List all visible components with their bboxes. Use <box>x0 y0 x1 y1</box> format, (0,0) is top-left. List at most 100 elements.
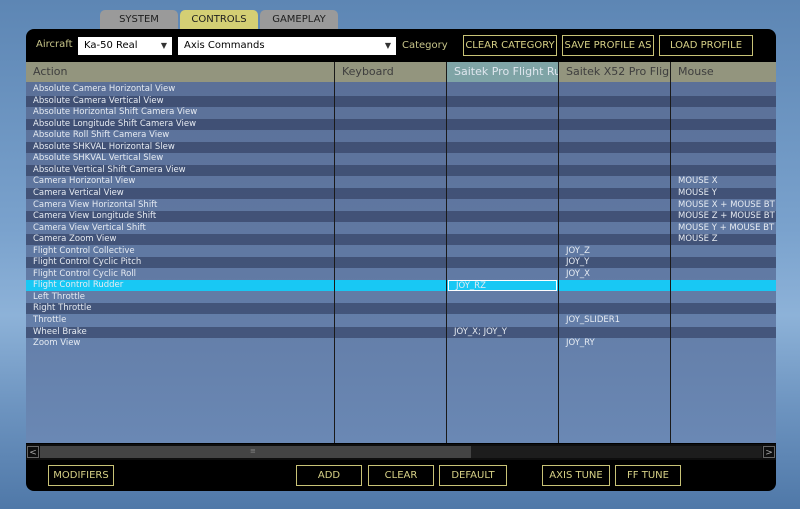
cell-mouse[interactable]: MOUSE X <box>671 176 776 187</box>
clear-category-button[interactable]: CLEAR CATEGORY <box>463 35 557 56</box>
cell-x52[interactable] <box>559 211 670 223</box>
cell-x52[interactable] <box>559 326 670 338</box>
cell-pro-flight[interactable] <box>447 292 558 303</box>
cell-pro-flight[interactable] <box>447 269 558 280</box>
cell-keyboard[interactable] <box>335 176 446 187</box>
scroll-track[interactable]: ≡ <box>40 446 762 458</box>
cell-mouse[interactable] <box>671 95 776 107</box>
table-row[interactable]: Flight Control Cyclic Pitch JOY_Y <box>26 257 776 269</box>
cell-x52[interactable] <box>559 107 670 118</box>
cell-x52[interactable] <box>559 141 670 153</box>
cell-mouse[interactable] <box>671 130 776 141</box>
cell-mouse[interactable] <box>671 153 776 164</box>
scroll-thumb[interactable]: ≡ <box>40 446 471 458</box>
table-row[interactable]: Absolute Camera Vertical View <box>26 95 776 107</box>
table-row[interactable]: Absolute Vertical Shift Camera View <box>26 164 776 176</box>
cell-pro-flight[interactable] <box>447 315 558 326</box>
table-row[interactable]: Absolute SHKVAL Horizontal Slew <box>26 141 776 153</box>
cell-mouse[interactable] <box>671 84 776 95</box>
cell-keyboard[interactable] <box>335 141 446 153</box>
aircraft-select[interactable]: Ka-50 Real ▼ <box>78 37 172 55</box>
axis-tune-button[interactable]: AXIS TUNE <box>542 465 610 486</box>
cell-pro-flight[interactable] <box>447 223 558 234</box>
table-row[interactable]: Camera Horizontal View MOUSE X <box>26 176 776 187</box>
cell-x52[interactable] <box>559 303 670 315</box>
modifiers-button[interactable]: MODIFIERS <box>48 465 114 486</box>
column-header-saitek-x52[interactable]: Saitek X52 Pro Flig <box>559 62 670 82</box>
cell-keyboard[interactable] <box>335 95 446 107</box>
table-row[interactable]: Left Throttle <box>26 292 776 303</box>
cell-x52[interactable]: JOY_Y <box>559 257 670 269</box>
cell-keyboard[interactable] <box>335 338 446 349</box>
cell-mouse[interactable] <box>671 292 776 303</box>
cell-keyboard[interactable] <box>335 234 446 246</box>
default-button[interactable]: DEFAULT <box>439 465 507 486</box>
tab-gameplay[interactable]: GAMEPLAY <box>260 10 338 29</box>
cell-keyboard[interactable] <box>335 130 446 141</box>
cell-mouse[interactable] <box>671 338 776 349</box>
cell-pro-flight[interactable] <box>447 118 558 130</box>
cell-x52[interactable] <box>559 130 670 141</box>
cell-mouse[interactable] <box>671 326 776 338</box>
scroll-left-arrow-icon[interactable]: < <box>27 446 39 458</box>
cell-keyboard[interactable] <box>335 223 446 234</box>
cell-keyboard[interactable] <box>335 107 446 118</box>
cell-keyboard[interactable] <box>335 211 446 223</box>
scroll-right-arrow-icon[interactable]: > <box>763 446 775 458</box>
column-header-mouse[interactable]: Mouse <box>671 62 776 82</box>
cell-keyboard[interactable] <box>335 153 446 164</box>
save-profile-as-button[interactable]: SAVE PROFILE AS <box>562 35 654 56</box>
cell-mouse[interactable] <box>671 164 776 176</box>
cell-pro-flight[interactable] <box>447 200 558 211</box>
cell-keyboard[interactable] <box>335 280 446 291</box>
cell-x52[interactable] <box>559 153 670 164</box>
table-row[interactable]: Wheel Brake JOY_X; JOY_Y <box>26 326 776 338</box>
cell-pro-flight[interactable]: JOY_X; JOY_Y <box>447 326 558 338</box>
table-row[interactable]: Camera Vertical View MOUSE Y <box>26 187 776 199</box>
table-row[interactable]: Flight Control Rudder JOY_RZ <box>26 280 776 292</box>
table-row[interactable]: Camera View Longitude Shift MOUSE Z + MOU… <box>26 211 776 223</box>
cell-keyboard[interactable] <box>335 200 446 211</box>
cell-x52[interactable]: JOY_SLIDER1 <box>559 315 670 326</box>
table-row[interactable]: Absolute SHKVAL Vertical Slew <box>26 153 776 164</box>
cell-pro-flight[interactable] <box>447 187 558 199</box>
table-row[interactable]: Throttle JOY_SLIDER1 <box>26 315 776 326</box>
table-row[interactable]: Flight Control Collective JOY_Z <box>26 246 776 257</box>
cell-keyboard[interactable] <box>335 187 446 199</box>
cell-x52[interactable] <box>559 234 670 246</box>
cell-mouse[interactable] <box>671 118 776 130</box>
load-profile-button[interactable]: LOAD PROFILE <box>659 35 753 56</box>
column-header-action[interactable]: Action <box>26 62 334 82</box>
column-header-keyboard[interactable]: Keyboard <box>335 62 446 82</box>
cell-keyboard[interactable] <box>335 303 446 315</box>
cell-x52[interactable] <box>559 280 670 291</box>
table-row[interactable]: Zoom View JOY_RY <box>26 338 776 349</box>
cell-mouse[interactable]: MOUSE Y + MOUSE BT <box>671 223 776 234</box>
cell-mouse[interactable] <box>671 257 776 269</box>
cell-x52[interactable]: JOY_Z <box>559 246 670 257</box>
table-row[interactable]: Absolute Roll Shift Camera View <box>26 130 776 141</box>
table-row[interactable]: Flight Control Cyclic Roll JOY_X <box>26 269 776 280</box>
table-row[interactable]: Absolute Camera Horizontal View <box>26 84 776 95</box>
cell-pro-flight[interactable] <box>447 84 558 95</box>
table-row[interactable]: Camera View Vertical Shift MOUSE Y + MOUS… <box>26 223 776 234</box>
cell-x52[interactable] <box>559 95 670 107</box>
category-select[interactable]: Axis Commands ▼ <box>178 37 396 55</box>
cell-mouse[interactable] <box>671 315 776 326</box>
column-header-saitek-pro-flight[interactable]: Saitek Pro Flight Ru <box>447 62 558 82</box>
cell-mouse[interactable]: MOUSE Y <box>671 187 776 199</box>
cell-x52[interactable] <box>559 200 670 211</box>
cell-pro-flight[interactable] <box>447 211 558 223</box>
table-row[interactable]: Right Throttle <box>26 303 776 315</box>
cell-mouse[interactable] <box>671 107 776 118</box>
cell-keyboard[interactable] <box>335 84 446 95</box>
cell-keyboard[interactable] <box>335 118 446 130</box>
cell-x52[interactable] <box>559 84 670 95</box>
cell-x52[interactable]: JOY_X <box>559 269 670 280</box>
cell-pro-flight[interactable] <box>447 338 558 349</box>
cell-pro-flight[interactable] <box>447 257 558 269</box>
cell-keyboard[interactable] <box>335 164 446 176</box>
cell-pro-flight[interactable] <box>447 303 558 315</box>
cell-mouse[interactable]: MOUSE Z + MOUSE BT <box>671 211 776 223</box>
cell-keyboard[interactable] <box>335 269 446 280</box>
